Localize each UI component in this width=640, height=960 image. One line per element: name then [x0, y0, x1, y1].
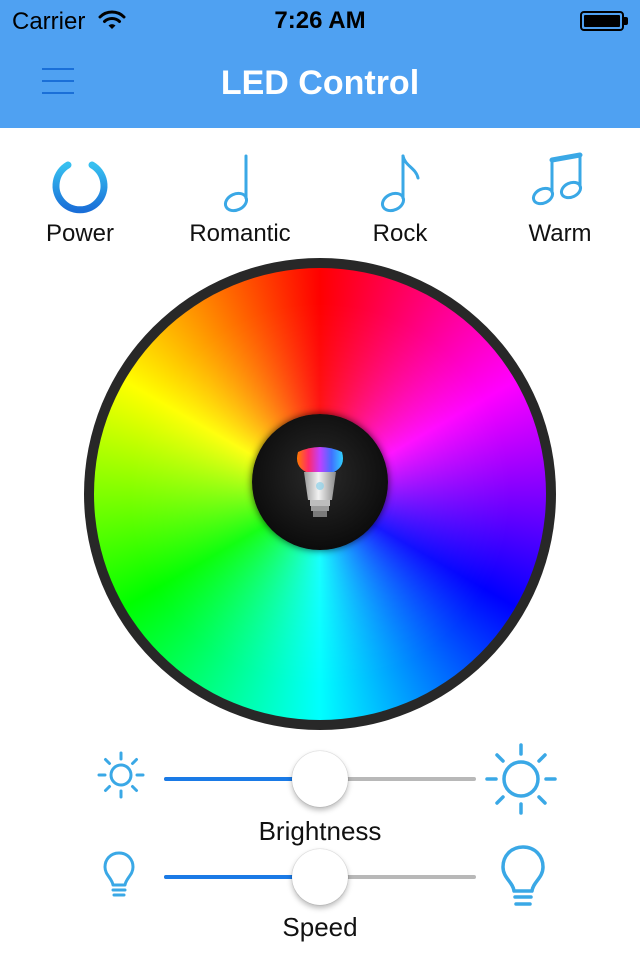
status-bar: Carrier 7:26 AM: [0, 0, 640, 40]
color-wheel[interactable]: [84, 258, 556, 730]
bulb-small-icon: [103, 851, 135, 897]
power-button[interactable]: Power: [0, 148, 160, 252]
double-note-icon: [531, 152, 583, 206]
eighth-note-icon: [380, 154, 420, 213]
speed-label: Speed: [282, 912, 358, 942]
navigation-bar: Carrier 7:26 AM LED Control: [0, 0, 640, 128]
sun-small-icon: [97, 751, 145, 799]
light-bulb-icon: [297, 447, 343, 517]
speed-thumb[interactable]: [292, 849, 348, 905]
romantic-button[interactable]: Romantic: [160, 148, 320, 252]
battery-level: [584, 15, 620, 27]
mode-label-romantic: Romantic: [189, 220, 291, 247]
page-title: LED Control: [220, 64, 420, 102]
mode-label-power: Power: [45, 220, 115, 247]
brightness-control: Brightness: [0, 742, 640, 846]
mode-label-rock: Rock: [372, 220, 428, 247]
mode-label-warm: Warm: [528, 220, 592, 247]
status-time: 7:26 AM: [274, 7, 366, 34]
sun-large-icon: [485, 743, 557, 815]
brightness-thumb[interactable]: [292, 751, 348, 807]
warm-button[interactable]: Warm: [480, 148, 640, 252]
bulb-large-icon: [501, 845, 545, 906]
speed-control: Speed: [0, 840, 640, 950]
bulb-hub[interactable]: [252, 414, 388, 550]
battery-icon: [580, 11, 628, 31]
single-note-icon: [223, 154, 249, 213]
rock-button[interactable]: Rock: [320, 148, 480, 252]
power-icon: [52, 152, 108, 214]
